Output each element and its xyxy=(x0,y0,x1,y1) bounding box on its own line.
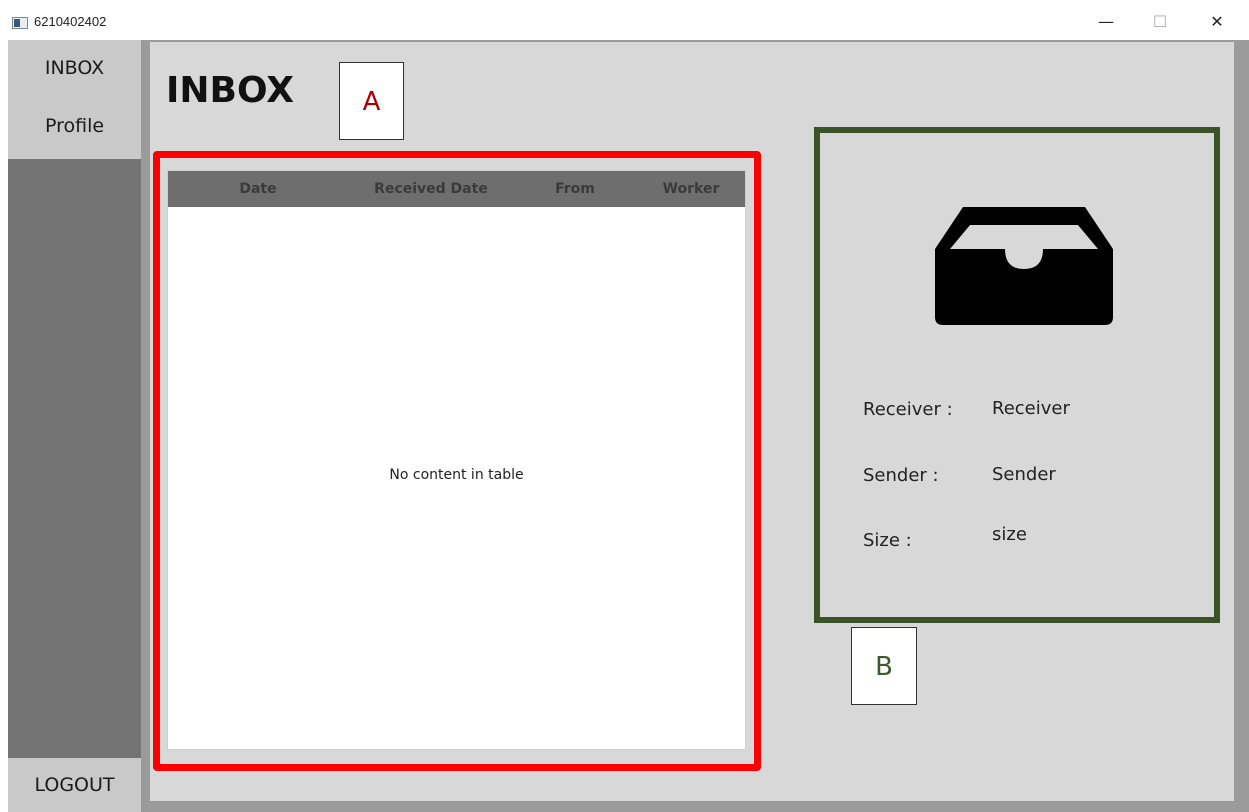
column-header-received-date[interactable]: Received Date xyxy=(356,171,506,207)
sidebar: INBOX Profile LOGOUT xyxy=(8,40,141,812)
inbox-table[interactable]: Date Received Date From Worker No conten… xyxy=(167,170,746,750)
sidebar-item-inbox[interactable]: INBOX xyxy=(8,48,141,88)
column-header-worker[interactable]: Worker xyxy=(646,171,736,207)
sender-value: Sender xyxy=(992,464,1056,485)
sender-label: Sender : xyxy=(863,465,939,486)
annotation-label-b: B xyxy=(851,627,917,705)
receiver-value: Receiver xyxy=(992,398,1070,419)
table-header: Date Received Date From Worker xyxy=(168,171,745,207)
sidebar-item-profile[interactable]: Profile xyxy=(8,106,141,146)
annotation-label-a: A xyxy=(339,62,404,140)
column-header-date[interactable]: Date xyxy=(208,171,308,207)
logout-button[interactable]: LOGOUT xyxy=(8,758,141,812)
app-icon xyxy=(12,17,28,29)
sidebar-nav: INBOX Profile xyxy=(8,40,141,159)
size-label: Size : xyxy=(863,530,912,551)
minimize-button[interactable]: — xyxy=(1084,8,1128,36)
window-titlebar[interactable]: 6210402402 — ☐ ✕ xyxy=(0,0,1249,40)
page-title: INBOX xyxy=(166,70,295,111)
column-header-from[interactable]: From xyxy=(538,171,612,207)
table-empty-message: No content in table xyxy=(389,467,524,483)
maximize-button[interactable]: ☐ xyxy=(1138,8,1182,36)
receiver-label: Receiver : xyxy=(863,399,953,420)
close-button[interactable]: ✕ xyxy=(1195,8,1239,36)
size-value: size xyxy=(992,524,1027,545)
inbox-tray-icon xyxy=(935,207,1113,325)
window-title: 6210402402 xyxy=(34,14,107,29)
